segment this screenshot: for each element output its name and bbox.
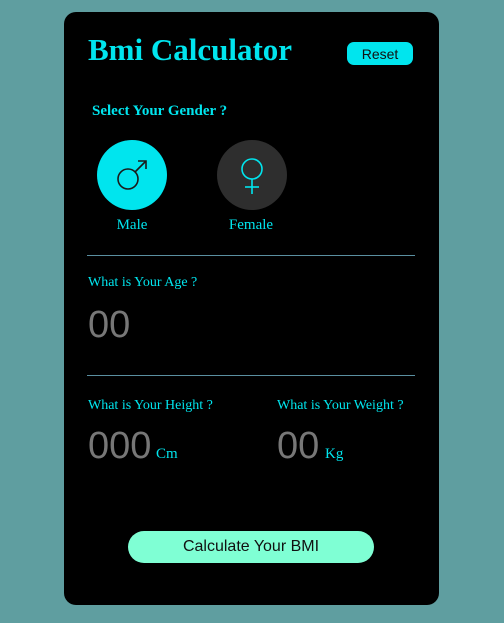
height-question: What is Your Height ? — [88, 398, 213, 413]
age-question: What is Your Age ? — [88, 275, 198, 290]
male-label: Male — [116, 217, 148, 233]
height-unit: Cm — [156, 446, 178, 462]
weight-question: What is Your Weight ? — [277, 398, 404, 413]
female-label: Female — [228, 217, 274, 233]
page-background: { "app": { "title": "Bmi Calculator", "r… — [0, 0, 504, 623]
divider — [87, 375, 415, 376]
male-symbol-icon — [117, 160, 147, 190]
female-symbol-icon — [241, 158, 263, 194]
male-option-button[interactable] — [97, 140, 167, 210]
calculate-bmi-button[interactable]: Calculate Your BMI — [128, 531, 374, 563]
app-title: Bmi Calculator — [88, 32, 293, 67]
bmi-calculator-card: Bmi Calculator Reset Select Your Gender … — [64, 12, 439, 605]
reset-button[interactable]: Reset — [347, 42, 413, 65]
age-input[interactable] — [88, 303, 148, 347]
height-input[interactable] — [88, 424, 154, 468]
female-option-button[interactable] — [217, 140, 287, 210]
weight-unit: Kg — [325, 446, 344, 462]
divider — [87, 255, 415, 256]
gender-question: Select Your Gender ? — [92, 103, 228, 119]
weight-input[interactable] — [277, 424, 323, 468]
